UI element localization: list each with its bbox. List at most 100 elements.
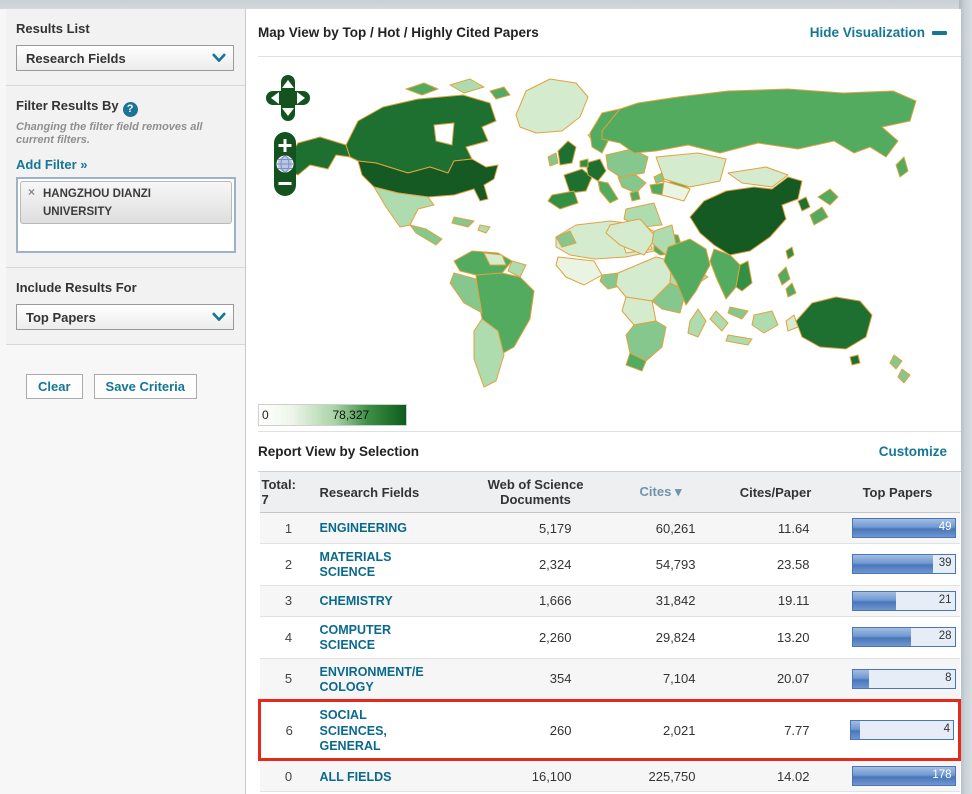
research-field-link[interactable]: ENGINEERING — [320, 521, 408, 535]
column-documents[interactable]: Web of Science Documents — [466, 472, 606, 513]
save-criteria-button[interactable]: Save Criteria — [94, 374, 198, 399]
help-icon[interactable]: ? — [123, 102, 138, 117]
top-papers-bar-fill — [853, 628, 911, 646]
map-country[interactable] — [654, 173, 664, 183]
map-country[interactable] — [728, 307, 748, 319]
row-field-cell: ENVIRONMENT/E COLOGY — [318, 658, 466, 701]
map-country[interactable] — [688, 309, 706, 337]
map-country[interactable] — [548, 191, 578, 209]
map-country[interactable] — [618, 175, 646, 193]
map-country[interactable] — [490, 87, 510, 99]
map-country[interactable] — [690, 177, 802, 255]
column-top-papers[interactable]: Top Papers — [836, 472, 960, 513]
row-field-cell: CHEMISTRY — [318, 585, 466, 616]
map-legend: 0 78,327 — [258, 404, 407, 426]
map-country[interactable] — [786, 315, 798, 331]
report-title: Report View by Selection — [258, 444, 419, 459]
research-field-link[interactable]: COMPUTER SCIENCE — [320, 623, 392, 652]
map-country[interactable] — [410, 225, 442, 245]
zoom-out-icon — [279, 182, 292, 185]
row-cites: 225,750 — [606, 760, 716, 792]
column-research-fields[interactable]: Research Fields — [318, 472, 466, 513]
research-field-link[interactable]: ALL FIELDS — [320, 770, 392, 784]
top-papers-bar-fill — [853, 670, 869, 688]
map-country[interactable] — [602, 89, 916, 157]
map-country[interactable] — [516, 79, 588, 133]
map-bay — [434, 123, 454, 145]
map-country[interactable] — [556, 257, 602, 285]
map-country[interactable] — [896, 157, 908, 177]
hide-visualization-label: Hide Visualization — [810, 25, 925, 40]
map-country[interactable] — [406, 83, 438, 95]
map-country[interactable] — [726, 335, 752, 345]
map-country[interactable] — [710, 311, 728, 331]
map-country[interactable] — [710, 249, 740, 299]
filter-tag: × HANGZHOU DIANZI UNIVERSITY — [20, 181, 232, 224]
pan-control-icon[interactable] — [266, 75, 310, 121]
row-cites-per-paper: 7.77 — [716, 701, 836, 760]
row-top-papers-cell: 8 — [836, 658, 960, 701]
map-controls — [266, 75, 312, 201]
map-country[interactable] — [810, 207, 828, 225]
research-field-link[interactable]: ENVIRONMENT/E COLOGY — [320, 665, 424, 694]
minus-icon — [932, 31, 947, 35]
hide-visualization-link[interactable]: Hide Visualization — [810, 25, 947, 40]
map-zoom-control[interactable] — [274, 132, 296, 196]
filter-tag-label: HANGZHOU DIANZI UNIVERSITY — [43, 188, 151, 218]
research-field-link[interactable]: MATERIALS SCIENCE — [320, 550, 392, 579]
row-documents: 1,666 — [466, 585, 606, 616]
map-country[interactable] — [452, 217, 474, 227]
world-map[interactable] — [258, 69, 958, 399]
column-cites[interactable]: Cites ▾ — [606, 472, 716, 513]
include-results-select[interactable]: Top Papers — [16, 304, 234, 330]
results-list-select[interactable]: Research Fields — [16, 45, 234, 71]
map-country[interactable] — [752, 311, 778, 333]
map-country[interactable] — [548, 153, 558, 166]
map-country[interactable] — [796, 297, 872, 349]
map-country[interactable] — [606, 149, 648, 177]
row-field-cell: MATERIALS SCIENCE — [318, 544, 466, 586]
map-country[interactable] — [890, 355, 902, 369]
map-country[interactable] — [558, 141, 576, 165]
column-cites-per-paper[interactable]: Cites/Paper — [716, 472, 836, 513]
remove-filter-icon[interactable]: × — [28, 185, 35, 199]
map-country[interactable] — [450, 79, 484, 93]
main-panel: Map View by Top / Hot / Highly Cited Pap… — [246, 9, 961, 794]
row-cites: 54,793 — [606, 544, 716, 586]
map-country[interactable] — [630, 191, 640, 201]
results-list-section: Results List Research Fields — [6, 9, 245, 86]
top-papers-value: 4 — [944, 723, 950, 735]
research-field-link[interactable]: CHEMISTRY — [320, 594, 393, 608]
customize-link[interactable]: Customize — [879, 444, 947, 459]
row-top-papers-cell: 49 — [836, 513, 960, 544]
map-country[interactable] — [622, 297, 656, 325]
top-papers-bar-fill — [851, 721, 860, 739]
map-title: Map View by Top / Hot / Highly Cited Pap… — [258, 25, 539, 40]
row-field-cell: COMPUTER SCIENCE — [318, 616, 466, 658]
top-papers-value: 39 — [939, 557, 952, 569]
include-results-section: Include Results For Top Papers — [6, 268, 245, 345]
row-rank: 3 — [260, 585, 318, 616]
top-papers-bar: 4 — [850, 720, 954, 740]
map-country[interactable] — [850, 355, 860, 365]
map-country[interactable] — [778, 267, 790, 285]
row-cites-per-paper: 20.07 — [716, 658, 836, 701]
map-country[interactable] — [598, 181, 618, 203]
map-country[interactable] — [798, 197, 810, 211]
top-papers-bar: 49 — [852, 518, 956, 538]
top-papers-bar: 39 — [852, 554, 956, 574]
include-results-heading: Include Results For — [16, 280, 233, 295]
chevron-down-icon — [212, 312, 226, 322]
filter-box[interactable]: × HANGZHOU DIANZI UNIVERSITY — [16, 177, 236, 253]
map-country[interactable] — [580, 159, 588, 167]
sidebar: Results List Research Fields Filter Resu… — [0, 9, 246, 794]
map-country[interactable] — [818, 189, 838, 205]
clear-button[interactable]: Clear — [26, 374, 83, 399]
map-country[interactable] — [898, 369, 910, 383]
row-cites: 29,824 — [606, 616, 716, 658]
research-field-link[interactable]: SOCIAL SCIENCES, GENERAL — [320, 708, 387, 753]
map-country[interactable] — [786, 283, 796, 297]
map-country[interactable] — [786, 247, 794, 259]
map-country[interactable] — [478, 225, 490, 233]
add-filter-link[interactable]: Add Filter » — [16, 157, 88, 172]
